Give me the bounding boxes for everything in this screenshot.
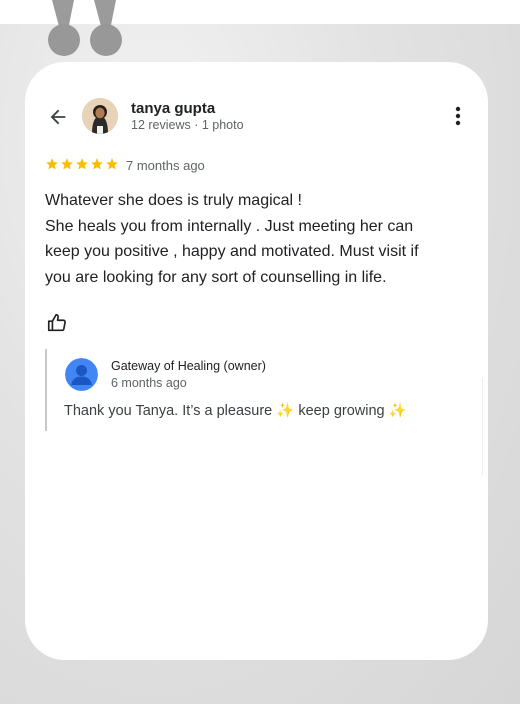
owner-reply-text: Thank you Tanya. It’s a pleasure ✨ keep … bbox=[64, 402, 407, 419]
star-rating bbox=[45, 157, 119, 173]
reply-text-part: Thank you Tanya. It’s a pleasure bbox=[64, 403, 277, 419]
sparkles-icon: ✨ bbox=[388, 403, 407, 419]
review-card: tanya gupta 12 reviews · 1 photo 7 month… bbox=[25, 62, 488, 660]
review-time: 7 months ago bbox=[126, 158, 205, 173]
star-icon bbox=[91, 158, 103, 170]
star-icon bbox=[61, 158, 73, 170]
reply-text-part: keep growing bbox=[294, 403, 389, 419]
reviewer-name[interactable]: tanya gupta bbox=[131, 100, 215, 117]
star-icon bbox=[46, 158, 58, 170]
quote-mark-icon bbox=[48, 0, 122, 56]
owner-reply-time: 6 months ago bbox=[111, 376, 187, 390]
star-icon bbox=[106, 158, 118, 170]
arrow-left-icon[interactable] bbox=[47, 106, 69, 128]
scroll-track bbox=[482, 378, 483, 476]
star-icon bbox=[76, 158, 88, 170]
more-vert-icon[interactable] bbox=[451, 105, 465, 127]
review-line: keep you positive , happy and motivated.… bbox=[45, 243, 419, 260]
reply-divider bbox=[45, 349, 47, 431]
review-line: you are looking for any sort of counsell… bbox=[45, 268, 387, 286]
review-line: Whatever she does is truly magical ! bbox=[45, 192, 302, 209]
reviewer-meta: 12 reviews · 1 photo bbox=[131, 118, 244, 132]
owner-avatar bbox=[65, 358, 98, 391]
review-line: She heals you from internally . Just mee… bbox=[45, 217, 414, 235]
thumbs-up-icon[interactable] bbox=[46, 312, 68, 334]
profile-photo bbox=[82, 98, 118, 134]
avatar[interactable] bbox=[82, 98, 118, 134]
person-icon bbox=[65, 358, 98, 391]
review-text: Whatever she does is truly magical ! She… bbox=[45, 188, 475, 290]
sparkles-icon: ✨ bbox=[276, 403, 295, 419]
owner-name: Gateway of Healing (owner) bbox=[111, 359, 266, 373]
